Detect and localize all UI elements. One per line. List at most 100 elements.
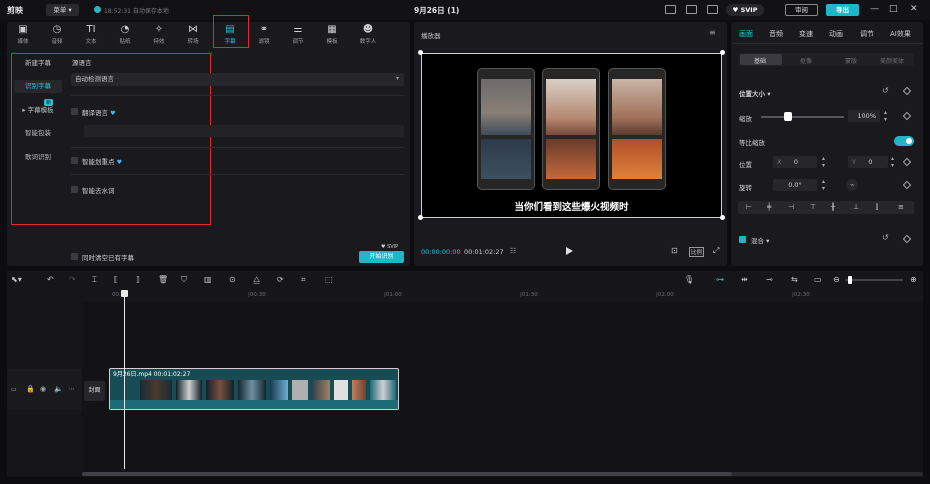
caption-track-icon[interactable]: ▭ bbox=[814, 275, 822, 284]
zoom-out-icon[interactable]: ⊖ bbox=[833, 275, 840, 284]
shield-icon[interactable]: ⛉ bbox=[181, 275, 187, 285]
subtab-basic[interactable]: 基础 bbox=[754, 56, 766, 65]
layout-icon[interactable] bbox=[665, 5, 676, 14]
tool-effects[interactable]: ✧ 特效 bbox=[146, 24, 172, 46]
subtab-cutout[interactable]: 抠像 bbox=[800, 56, 812, 65]
stepper-icon[interactable]: ▴ ▾ bbox=[884, 109, 887, 123]
smart-emphasis-checkbox[interactable] bbox=[71, 157, 78, 164]
tool-media[interactable]: ▣ 媒体 bbox=[10, 24, 36, 46]
align-bottom-icon[interactable]: ⊥ bbox=[853, 203, 859, 211]
play-circle-icon[interactable]: ⊙ bbox=[229, 275, 236, 284]
menu-button[interactable]: 菜单 ▾ bbox=[46, 4, 79, 16]
vip-badge[interactable]: ♥ SVIP bbox=[726, 4, 764, 16]
redo-icon[interactable]: ↷ bbox=[69, 275, 76, 284]
eye-icon[interactable]: ◉ bbox=[40, 385, 46, 393]
tab-ai-effects[interactable]: AI效果 bbox=[890, 29, 911, 39]
cover-button[interactable]: 封面 bbox=[84, 381, 105, 401]
delete-icon[interactable]: 🗑 bbox=[158, 275, 168, 284]
tool-text[interactable]: TI 文本 bbox=[78, 24, 104, 46]
timecode-list-icon[interactable]: ☷ bbox=[510, 247, 516, 255]
track-toggle-icon[interactable]: ▭ bbox=[11, 386, 17, 393]
resize-handle[interactable] bbox=[418, 50, 423, 55]
magnet-icon[interactable]: ⊶ bbox=[716, 275, 724, 284]
panel-layout-icon[interactable] bbox=[686, 5, 697, 14]
remove-filler-checkbox[interactable] bbox=[71, 186, 78, 193]
clear-existing-checkbox[interactable] bbox=[71, 253, 78, 260]
ratio-button[interactable]: 比例 bbox=[689, 247, 705, 257]
fullscreen-icon[interactable]: ⤢ bbox=[713, 246, 719, 256]
zoom-slider-handle[interactable] bbox=[848, 276, 852, 284]
resize-handle[interactable] bbox=[720, 50, 725, 55]
translate-checkbox[interactable] bbox=[71, 108, 78, 115]
position-y-input[interactable]: Y 0 bbox=[848, 156, 888, 168]
stepper-icon[interactable]: ▴ ▾ bbox=[822, 178, 825, 192]
position-x-input[interactable]: X 0 bbox=[773, 156, 817, 168]
export-button[interactable]: 导出 bbox=[826, 4, 859, 16]
tool-audio[interactable]: ◷ 音频 bbox=[44, 24, 70, 46]
close-icon[interactable]: ✕ bbox=[910, 4, 918, 14]
tool-filter[interactable]: ⚭ 滤镜 bbox=[251, 24, 277, 46]
scale-input[interactable]: 100% bbox=[848, 110, 880, 122]
subtab-beauty[interactable]: 美颜美体 bbox=[880, 56, 904, 65]
preview-canvas[interactable] bbox=[421, 53, 722, 218]
freeze-icon[interactable]: ▥ bbox=[204, 275, 212, 284]
preview-axis-icon[interactable]: ⇆ bbox=[791, 275, 798, 284]
timeline-scrollbar-thumb[interactable] bbox=[82, 472, 732, 476]
tool-template[interactable]: ▦ 模板 bbox=[319, 24, 345, 46]
split-icon[interactable]: ⌶ bbox=[92, 275, 97, 285]
translate-lang-select[interactable] bbox=[84, 125, 404, 137]
tool-avatar[interactable]: ☻ 数字人 bbox=[355, 24, 381, 46]
resize-handle[interactable] bbox=[418, 215, 423, 220]
zoom-in-icon[interactable]: ⊕ bbox=[910, 275, 917, 284]
align-center-h-icon[interactable]: ╪ bbox=[767, 203, 771, 211]
chain-icon[interactable]: ⊸ bbox=[766, 275, 773, 284]
minimize-icon[interactable]: — bbox=[870, 4, 879, 14]
distribute-h-icon[interactable]: ⫿ bbox=[876, 203, 878, 212]
tab-picture[interactable]: 画面 bbox=[739, 29, 753, 39]
undo-icon[interactable]: ↶ bbox=[47, 275, 54, 284]
tab-adjust[interactable]: 调节 bbox=[860, 29, 874, 39]
playhead[interactable] bbox=[124, 291, 125, 469]
rotate-dial-icon[interactable]: ⌁ bbox=[846, 179, 858, 191]
tab-speed[interactable]: 变速 bbox=[799, 29, 813, 39]
scale-slider[interactable] bbox=[761, 116, 844, 118]
stepper-icon[interactable]: ▴ ▾ bbox=[891, 155, 894, 169]
review-button[interactable]: 审阅 bbox=[785, 4, 818, 16]
reset-icon[interactable]: ↺ bbox=[882, 233, 889, 242]
tab-animation[interactable]: 动画 bbox=[829, 29, 843, 39]
tool-transition[interactable]: ⋈ 转场 bbox=[180, 24, 206, 46]
mirror-icon[interactable]: ⧋ bbox=[253, 275, 260, 285]
rotate-input[interactable]: 0.0° bbox=[773, 179, 817, 191]
more-icon[interactable]: ⋯ bbox=[68, 385, 75, 393]
crop-icon[interactable]: ⌗ bbox=[301, 275, 306, 285]
rotate-icon[interactable]: ⟳ bbox=[277, 275, 284, 284]
speaker-icon[interactable]: 🔈 bbox=[54, 385, 63, 393]
select-tool-icon[interactable]: ⬉▾ bbox=[11, 275, 22, 284]
tool-sticker[interactable]: ◔ 贴纸 bbox=[112, 24, 138, 46]
distribute-v-icon[interactable]: ≡ bbox=[898, 203, 904, 211]
zoom-slider[interactable] bbox=[845, 279, 903, 281]
reset-icon[interactable]: ↺ bbox=[882, 86, 889, 95]
resize-handle[interactable] bbox=[720, 215, 725, 220]
maximize-icon[interactable]: □ bbox=[889, 4, 898, 14]
fit-icon[interactable]: ⬚ bbox=[325, 275, 333, 284]
menu-icon[interactable]: ≡ bbox=[709, 28, 716, 37]
link-icon[interactable]: ⇹ bbox=[741, 275, 748, 284]
fit-icon[interactable]: ⊡ bbox=[671, 246, 678, 255]
align-right-icon[interactable]: ⊣ bbox=[788, 203, 794, 211]
subtab-mask[interactable]: 蒙版 bbox=[845, 56, 857, 65]
blend-checkbox[interactable] bbox=[739, 236, 746, 243]
source-lang-select[interactable]: 自动检测语言 bbox=[71, 73, 404, 86]
shortcut-icon[interactable] bbox=[707, 5, 718, 14]
tab-audio[interactable]: 音频 bbox=[769, 29, 783, 39]
trim-right-icon[interactable]: ⟧ bbox=[136, 275, 140, 284]
align-center-v-icon[interactable]: ╫ bbox=[831, 203, 835, 211]
lock-icon[interactable]: 🔒 bbox=[26, 385, 35, 393]
align-top-icon[interactable]: ⊤ bbox=[810, 203, 816, 211]
play-icon[interactable] bbox=[566, 247, 573, 255]
microphone-icon[interactable]: 🎙 bbox=[684, 275, 694, 284]
tool-adjust[interactable]: ⚌ 调节 bbox=[285, 24, 311, 46]
trim-left-icon[interactable]: ⟦ bbox=[114, 275, 118, 284]
stepper-icon[interactable]: ▴ ▾ bbox=[822, 155, 825, 169]
align-left-icon[interactable]: ⊢ bbox=[746, 203, 752, 211]
